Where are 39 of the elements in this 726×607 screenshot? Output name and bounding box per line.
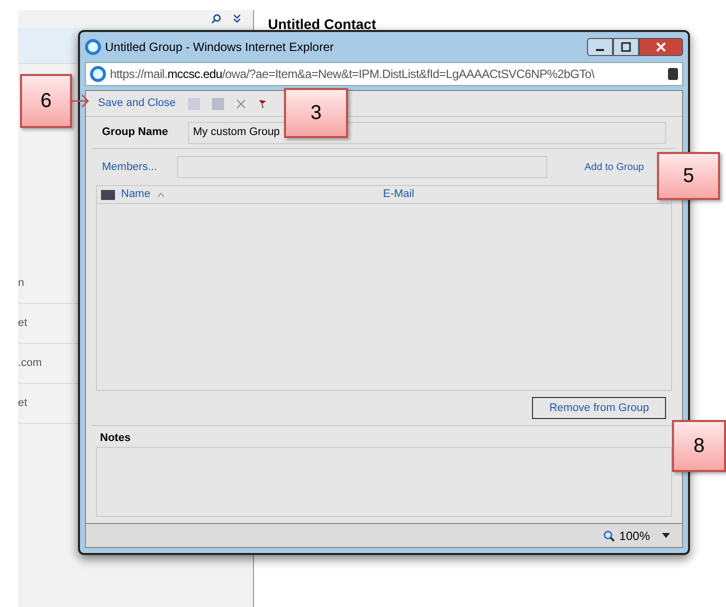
- minimize-button[interactable]: [587, 38, 613, 56]
- column-header[interactable]: E-Mail: [383, 186, 414, 203]
- maximize-icon: [621, 42, 631, 52]
- close-icon: [656, 42, 666, 52]
- callout-box: 6: [20, 74, 72, 128]
- list-item-text: et: [18, 396, 28, 412]
- zoom-icon[interactable]: [603, 530, 616, 542]
- notes-field[interactable]: [96, 446, 672, 517]
- callout-box: 5: [657, 152, 720, 200]
- members-field[interactable]: [177, 156, 548, 178]
- url-text: https://mail.mccsc.edu/owa/?ae=Item&a=New&t=IPM.DistList&fId=LgAAAACtSVC6NP%2bGTo\: [110, 66, 596, 83]
- maximize-button[interactable]: [613, 38, 639, 56]
- members-link[interactable]: Members...: [102, 158, 158, 176]
- flag-icon[interactable]: [258, 98, 267, 108]
- list-item-text: et: [18, 316, 28, 332]
- group-name-field[interactable]: My custom Group: [188, 122, 666, 144]
- notes-label: Notes: [99, 431, 132, 446]
- chevrons-down-icon[interactable]: [233, 14, 241, 24]
- callout-box: 8: [672, 420, 726, 472]
- browser-logo-icon: [90, 66, 106, 82]
- browser-logo-icon: [85, 39, 101, 55]
- list-item-text: n: [18, 276, 24, 292]
- column-header[interactable]: Name: [121, 186, 383, 203]
- search-icon[interactable]: [211, 14, 221, 24]
- sort-ascending-icon: [158, 192, 164, 196]
- zoom-level[interactable]: 100%: [619, 526, 650, 544]
- close-button[interactable]: [639, 38, 683, 56]
- dropdown-arrow-icon[interactable]: [662, 533, 670, 538]
- add-to-group-link[interactable]: Add to Group: [584, 160, 644, 174]
- contact-title: Untitled Contact: [268, 15, 376, 34]
- save-and-close-button[interactable]: Save and Close: [98, 95, 176, 112]
- arrow-icon: [72, 94, 90, 108]
- window-title: Untitled Group - Windows Internet Explorer: [105, 39, 335, 56]
- address-bar[interactable]: https://mail.mccsc.edu/owa/?ae=Item&a=New&t=IPM.DistList&fId=LgAAAACtSVC6NP%2bGTo\: [85, 62, 683, 86]
- list-item-text: .com: [18, 356, 42, 372]
- callout-box: 3: [284, 88, 348, 138]
- minimize-icon: [596, 49, 604, 51]
- remove-from-group-button[interactable]: Remove from Group: [532, 397, 666, 419]
- group-name-label: Group Name: [102, 125, 170, 140]
